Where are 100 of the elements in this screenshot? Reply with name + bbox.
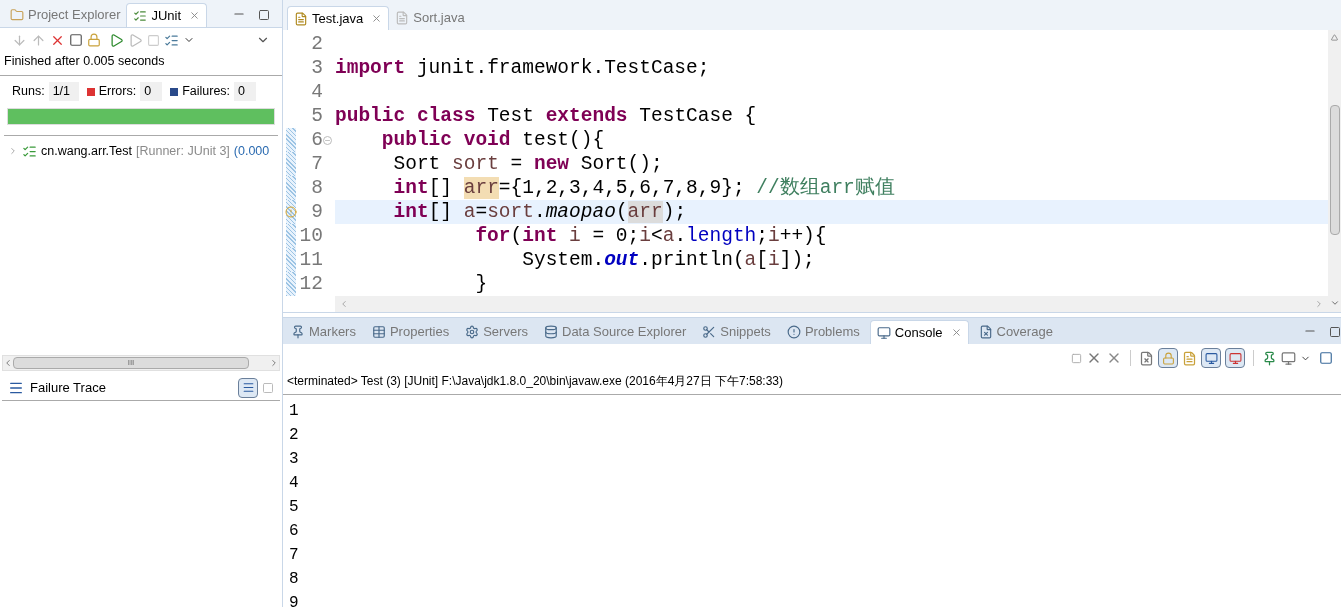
monitor-icon [876, 325, 891, 340]
view-tab[interactable]: Markers [285, 320, 362, 344]
java-file-icon [294, 11, 308, 26]
arrow-down-icon[interactable] [12, 32, 27, 48]
monitor-icon [1204, 351, 1218, 365]
pin-icon[interactable] [1262, 350, 1277, 366]
view-tab[interactable]: Console [869, 320, 969, 344]
folder-icon [10, 8, 24, 22]
file-icon [978, 325, 993, 339]
console-output-line: 9 [289, 593, 300, 607]
console-output-line: 5 [289, 497, 300, 518]
lock-icon[interactable] [87, 33, 101, 47]
test-suite-item[interactable]: cn.wang.arr.Test [41, 141, 132, 161]
expand-icon[interactable] [8, 146, 18, 157]
horizontal-scrollbar[interactable] [335, 296, 1328, 312]
view-tab[interactable]: Coverage [972, 320, 1059, 344]
runs-label: Runs: [12, 83, 45, 101]
console-output-line: 4 [289, 473, 300, 494]
line-number: 3 [310, 56, 323, 80]
failures-count: 0 [234, 82, 257, 102]
change-ruler [286, 128, 296, 152]
line-number: 12 [298, 272, 323, 296]
view-tab[interactable]: Servers [459, 320, 534, 344]
console-output-line: 1 [289, 401, 300, 422]
failures-label: Failures: [182, 83, 231, 101]
console-output-line: 3 [289, 449, 300, 470]
errors-label: Errors: [98, 83, 137, 101]
line-number: 9 [310, 200, 323, 224]
stop-icon[interactable] [147, 33, 160, 47]
monitor-icon [1228, 351, 1242, 365]
change-ruler [286, 152, 296, 176]
change-ruler [286, 224, 296, 248]
display-icon[interactable] [1281, 350, 1296, 366]
view-tab[interactable]: Properties [365, 320, 456, 344]
view-tab[interactable]: Project Explorer [4, 3, 127, 27]
scroll-right-icon[interactable] [269, 358, 279, 368]
code-line: int[] arr={1,2,3,4,5,6,7,8,9}; //数组arr赋值 [392, 176, 896, 200]
filter-stack-button[interactable] [238, 377, 258, 398]
errors-count: 0 [140, 82, 163, 102]
line-number: 5 [310, 104, 323, 128]
horizontal-scrollbar[interactable]: III [2, 355, 280, 371]
lock-icon [1161, 351, 1175, 365]
code-line: for(int i = 0;i<a.length;i++){ [474, 224, 828, 248]
elapsed-time: (0.000 [233, 142, 270, 160]
line-number: 7 [310, 152, 323, 176]
java-file-icon [395, 11, 410, 25]
view-tab[interactable]: JUnit [126, 3, 208, 27]
line-number: 8 [310, 176, 323, 200]
code-line: System.out.println(a[i]); [521, 248, 816, 272]
scroll-right-icon[interactable] [1314, 299, 1324, 309]
pin-icon [291, 325, 305, 339]
console-output-line: 6 [289, 521, 300, 542]
scroll-down-icon[interactable] [1329, 298, 1340, 308]
line-number: 2 [310, 32, 323, 56]
line-number: 10 [298, 224, 323, 248]
warning-icon [786, 325, 801, 339]
scroll-thumb[interactable] [1329, 104, 1340, 235]
failure-trace-title: Failure Trace [30, 378, 106, 397]
line-number: 6 [310, 128, 323, 152]
view-tab[interactable]: Data Source Explorer [538, 320, 693, 344]
change-ruler [286, 176, 296, 200]
vertical-scrollbar[interactable] [1328, 30, 1341, 312]
failure-icon [170, 87, 179, 96]
code-line: public void test(){ [380, 128, 606, 152]
list-icon [241, 381, 255, 394]
scroll-thumb[interactable]: III [13, 357, 249, 369]
stderr-button[interactable] [1225, 348, 1245, 368]
code-line: import junit.framework.TestCase; [335, 56, 711, 80]
scroll-lock-button[interactable] [1158, 348, 1178, 368]
maximize-icon[interactable] [258, 9, 270, 21]
view-tab[interactable]: Snippets [696, 320, 777, 344]
scroll-left-icon[interactable] [3, 358, 13, 368]
scissors-icon [702, 325, 717, 339]
console-output-line: 2 [289, 425, 300, 446]
test-suite-icon [22, 143, 37, 159]
database-icon [544, 325, 558, 339]
console-header: <terminated> Test (3) [JUnit] F:\Java\jdk1.8.0_20\bin\javaw.exe (2016年4月27日 下午7:58:33) [283, 372, 1341, 395]
scroll-up-icon[interactable] [1331, 34, 1338, 41]
close-icon[interactable] [371, 13, 383, 24]
junit-status: Finished after 0.005 seconds [0, 52, 282, 76]
view-tab[interactable]: Sort.java [389, 6, 471, 30]
maximize-icon[interactable] [1329, 326, 1341, 338]
code-line: } [474, 272, 489, 296]
runs-count: 1/1 [48, 82, 79, 102]
code-line: public class Test extends TestCase { [335, 104, 758, 128]
table-icon [371, 325, 386, 339]
console-output-line: 8 [289, 569, 300, 590]
line-number: 4 [310, 80, 323, 104]
close-icon[interactable] [950, 327, 962, 338]
scroll-left-icon[interactable] [339, 299, 349, 309]
stdout-button[interactable] [1201, 348, 1221, 368]
error-icon [86, 87, 95, 96]
code-line: Sort sort = new Sort(); [392, 152, 664, 176]
close-icon[interactable] [189, 10, 201, 21]
change-ruler [286, 200, 296, 224]
view-tab[interactable]: Test.java [287, 6, 390, 30]
runner-label: [Runner: JUnit 3] [136, 142, 230, 160]
change-ruler [286, 272, 296, 296]
view-tab[interactable]: Problems [780, 320, 866, 344]
change-ruler [286, 248, 296, 272]
